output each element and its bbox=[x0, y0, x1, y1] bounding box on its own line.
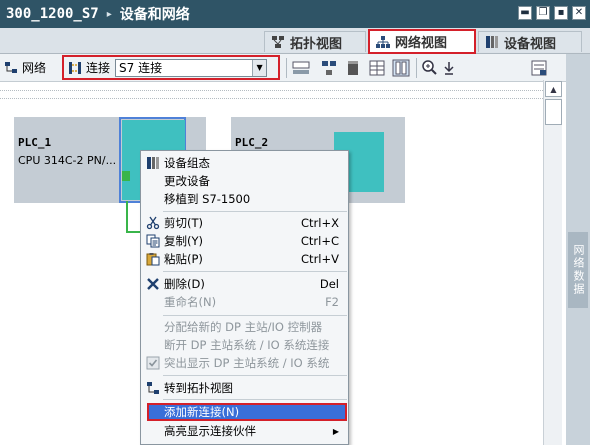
view-tab-bar: 拓扑视图 网络视图 设备视图 bbox=[0, 28, 590, 54]
network-data-side-tab[interactable]: 网络数据 bbox=[568, 232, 588, 308]
topology-icon bbox=[147, 382, 159, 394]
name-tag-icon[interactable] bbox=[292, 59, 310, 77]
layout-icon[interactable] bbox=[392, 59, 410, 77]
menu-item-assign-master[interactable]: 分配给新的 DP 主站/IO 控制器 bbox=[141, 318, 348, 336]
menu-label: 复制(Y) bbox=[164, 234, 203, 248]
download-arrow-icon[interactable] bbox=[440, 59, 458, 77]
tab-topology-view[interactable]: 拓扑视图 bbox=[264, 31, 366, 52]
menu-item-disconnect-master[interactable]: 断开 DP 主站系统 / IO 系统连接 bbox=[141, 336, 348, 354]
shortcut-key: Ctrl+C bbox=[300, 234, 339, 248]
menu-item-migrate[interactable]: 移植到 S7-1500 bbox=[141, 190, 348, 208]
breadcrumb-separator: ▸ bbox=[106, 8, 112, 20]
menu-item-highlight-partner[interactable]: 高亮显示连接伙伴 ▶ bbox=[141, 422, 348, 440]
device-name: PLC_1 bbox=[18, 136, 52, 149]
menu-label: 添加新连接(N) bbox=[164, 405, 240, 419]
device-config-icon bbox=[147, 157, 159, 169]
tab-network-view[interactable]: 网络视图 bbox=[368, 29, 476, 54]
float-button[interactable]: ▪ bbox=[554, 6, 568, 20]
properties-icon[interactable] bbox=[530, 59, 548, 77]
network-overview-icon[interactable] bbox=[320, 59, 338, 77]
menu-item-highlight-master[interactable]: 突出显示 DP 主站系统 / IO 系统 bbox=[141, 354, 348, 372]
shortcut-key: Ctrl+V bbox=[301, 252, 339, 266]
menu-label: 移植到 S7-1500 bbox=[164, 192, 251, 206]
scroll-thumb[interactable] bbox=[545, 99, 562, 125]
connection-label: 连接 bbox=[86, 61, 111, 75]
menu-item-copy[interactable]: 复制(Y) Ctrl+C bbox=[141, 232, 348, 250]
shortcut-key: F2 bbox=[325, 295, 339, 309]
tab-label: 拓扑视图 bbox=[290, 36, 343, 52]
shortcut-key: Ctrl+X bbox=[301, 216, 339, 230]
scroll-up-icon[interactable]: ▲ bbox=[545, 81, 562, 97]
grid-line bbox=[0, 90, 543, 91]
editor-title: 设备和网络 bbox=[119, 7, 190, 23]
menu-separator bbox=[163, 315, 347, 316]
scissors-icon bbox=[146, 216, 160, 230]
menu-item-delete[interactable]: 删除(D) Del bbox=[141, 275, 348, 293]
menu-label: 高亮显示连接伙伴 bbox=[164, 424, 256, 438]
menu-label: 删除(D) bbox=[164, 277, 205, 291]
menu-separator bbox=[163, 271, 347, 272]
chevron-down-icon[interactable]: ▼ bbox=[252, 59, 267, 76]
zoom-in-icon[interactable] bbox=[421, 59, 439, 77]
network-mode-button[interactable]: 网络 bbox=[4, 59, 46, 76]
context-menu: 设备组态 更改设备 移植到 S7-1500 剪切(T) Ctrl+X 复制(Y)… bbox=[140, 150, 349, 445]
menu-item-add-connection[interactable]: 添加新连接(N) bbox=[147, 403, 347, 421]
menu-label: 设备组态 bbox=[164, 156, 210, 170]
tab-label: 网络视图 bbox=[395, 36, 448, 51]
copy-icon bbox=[146, 234, 160, 248]
toolbar-divider bbox=[416, 58, 417, 78]
vertical-scrollbar[interactable]: ▲ bbox=[543, 80, 562, 445]
grid-line bbox=[0, 98, 543, 99]
network-mode-label: 网络 bbox=[22, 61, 47, 75]
menu-item-goto-topology[interactable]: 转到拓扑视图 bbox=[141, 379, 348, 397]
network-mode-icon bbox=[5, 61, 17, 73]
minimize-button[interactable]: ▬ bbox=[518, 6, 532, 20]
toolbar-divider bbox=[286, 58, 287, 78]
close-button[interactable]: ✕ bbox=[572, 6, 586, 20]
grid-icon[interactable] bbox=[368, 59, 386, 77]
menu-item-change-device[interactable]: 更改设备 bbox=[141, 172, 348, 190]
topology-icon bbox=[272, 36, 284, 48]
device-name: PLC_2 bbox=[235, 136, 269, 149]
menu-item-paste[interactable]: 粘贴(P) Ctrl+V bbox=[141, 250, 348, 268]
tab-label: 设备视图 bbox=[504, 36, 557, 52]
connection-icon[interactable] bbox=[68, 61, 82, 75]
menu-separator bbox=[163, 211, 347, 212]
menu-item-rename[interactable]: 重命名(N) F2 bbox=[141, 293, 348, 311]
profinet-port[interactable] bbox=[122, 171, 130, 181]
device-type: CPU 314C-2 PN/... bbox=[18, 154, 117, 167]
delete-icon bbox=[147, 278, 159, 290]
checkbox-icon bbox=[146, 356, 160, 370]
submenu-arrow-icon: ▶ bbox=[332, 426, 339, 436]
title-bar: 300_1200_S7 ▸ 设备和网络 ▬ ❐ ▪ ✕ bbox=[0, 0, 590, 28]
connection-group: 连接 S7 连接 ▼ bbox=[62, 55, 280, 80]
menu-label: 更改设备 bbox=[164, 174, 210, 188]
menu-separator bbox=[163, 399, 347, 400]
paste-icon bbox=[146, 253, 160, 266]
device-table-icon[interactable] bbox=[344, 59, 362, 77]
restore-button[interactable]: ❐ bbox=[536, 6, 550, 20]
menu-label: 转到拓扑视图 bbox=[164, 381, 233, 395]
connection-type-select[interactable]: S7 连接 ▼ bbox=[115, 58, 268, 77]
menu-label: 粘贴(P) bbox=[164, 252, 203, 266]
menu-label: 分配给新的 DP 主站/IO 控制器 bbox=[164, 320, 323, 334]
menu-label: 断开 DP 主站系统 / IO 系统连接 bbox=[164, 338, 330, 352]
menu-item-device-config[interactable]: 设备组态 bbox=[141, 154, 348, 172]
subnet-line bbox=[126, 201, 128, 233]
menu-item-cut[interactable]: 剪切(T) Ctrl+X bbox=[141, 214, 348, 232]
menu-label: 重命名(N) bbox=[164, 295, 217, 309]
menu-label: 剪切(T) bbox=[164, 216, 203, 230]
shortcut-key: Del bbox=[319, 277, 339, 291]
network-toolbar: 网络 连接 S7 连接 ▼ bbox=[0, 54, 566, 82]
project-name: 300_1200_S7 bbox=[6, 6, 99, 22]
menu-label: 突出显示 DP 主站系统 / IO 系统 bbox=[164, 356, 330, 370]
menu-separator bbox=[163, 375, 347, 376]
tab-device-view[interactable]: 设备视图 bbox=[478, 31, 582, 52]
connection-type-value: S7 连接 bbox=[119, 61, 163, 75]
network-icon bbox=[376, 35, 390, 48]
device-view-icon bbox=[486, 36, 498, 48]
